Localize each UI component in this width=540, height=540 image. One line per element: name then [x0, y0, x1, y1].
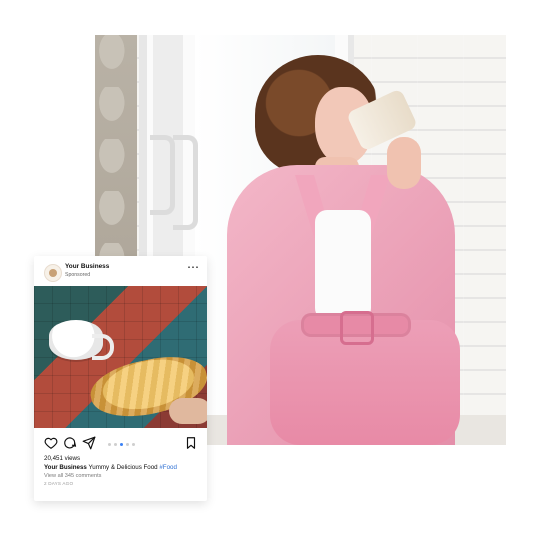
fingers [169, 398, 207, 424]
carousel-indicator [108, 443, 135, 446]
sponsored-label: Sponsored [65, 272, 91, 278]
post-media[interactable] [34, 286, 207, 428]
carousel-dot [132, 443, 135, 446]
carousel-dot [114, 443, 117, 446]
views-count: 20,451 views [44, 455, 81, 462]
carousel-dot [126, 443, 129, 446]
account-name[interactable]: Your Business [65, 263, 109, 270]
caption: Your Business Yummy & Delicious Food #Fo… [44, 464, 177, 471]
post-timestamp: 2 DAYS AGO [44, 481, 74, 486]
hashtag-link[interactable]: #Food [159, 464, 177, 471]
bookmark-icon[interactable] [184, 436, 198, 450]
carousel-dot [108, 443, 111, 446]
white-top [315, 210, 371, 320]
window-handle [173, 135, 198, 230]
caption-text: Yummy & Delicious Food [88, 464, 158, 471]
post-header: Your Business Sponsored ⋯ [34, 256, 207, 286]
window-handle [150, 135, 175, 215]
view-comments-link[interactable]: View all 345 comments [44, 473, 101, 479]
social-post-card: Your Business Sponsored ⋯ 20,451 views Y… [34, 256, 207, 501]
post-actions [34, 436, 207, 456]
avatar-icon[interactable] [44, 264, 62, 282]
heart-icon[interactable] [44, 436, 58, 450]
belt-buckle [340, 311, 374, 345]
more-icon[interactable]: ⋯ [187, 261, 199, 273]
mug-handle [92, 334, 114, 360]
share-icon[interactable] [82, 436, 96, 450]
hand [387, 137, 421, 189]
carousel-dot-active [120, 443, 123, 446]
caption-username[interactable]: Your Business [44, 464, 87, 471]
comment-icon[interactable] [63, 436, 77, 450]
